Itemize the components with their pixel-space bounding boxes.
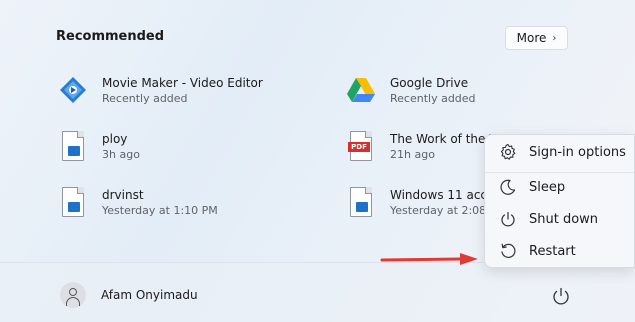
more-button[interactable]: More › [505, 26, 568, 50]
recommended-title: Recommended [56, 29, 165, 44]
image-file-icon [58, 187, 88, 217]
pdf-file-icon: PDF [346, 131, 376, 161]
item-subtitle: 3h ago [102, 148, 140, 161]
menu-item-restart[interactable]: Restart [499, 242, 576, 260]
power-icon [501, 211, 515, 227]
recommended-item-movie-maker[interactable]: Movie Maker - Video Editor Recently adde… [58, 75, 263, 107]
movie-maker-icon [58, 75, 88, 105]
menu-item-label: Restart [529, 243, 576, 259]
recommended-item-drvinst[interactable]: drvinst Yesterday at 1:10 PM [58, 187, 218, 219]
more-label: More [516, 31, 547, 45]
item-name: Google Drive [390, 76, 469, 90]
power-icon [553, 287, 569, 305]
menu-item-label: Shut down [529, 211, 599, 227]
menu-item-label: Sleep [529, 179, 566, 195]
image-file-icon [346, 187, 376, 217]
image-file-icon [58, 131, 88, 161]
menu-divider [485, 172, 635, 173]
recommended-item-windows-11[interactable]: Windows 11 acces Yesterday at 2:08 P [346, 187, 501, 219]
gear-icon [500, 143, 516, 160]
menu-item-sign-in-options[interactable]: Sign-in options [499, 143, 626, 161]
menu-item-label: Sign-in options [529, 144, 626, 160]
start-menu: Recommended More › Movie Maker - Video E… [0, 0, 635, 322]
moon-icon [500, 179, 516, 195]
google-drive-icon [346, 75, 376, 105]
item-subtitle: Recently added [102, 92, 188, 105]
chevron-right-icon: › [552, 32, 557, 44]
power-menu: Sign-in options Sleep Shut down Restart [484, 134, 635, 268]
item-name: ploy [102, 132, 128, 146]
menu-item-shut-down[interactable]: Shut down [499, 210, 598, 228]
menu-item-sleep[interactable]: Sleep [499, 178, 565, 196]
recommended-item-google-drive[interactable]: Google Drive Recently added [346, 75, 476, 107]
user-bar [0, 263, 635, 322]
item-name: drvinst [102, 188, 144, 202]
annotation-arrow [380, 253, 478, 265]
item-subtitle: Recently added [390, 92, 476, 105]
avatar[interactable] [60, 282, 86, 308]
recommended-item-ploy[interactable]: ploy 3h ago [58, 131, 140, 163]
item-subtitle: Yesterday at 1:10 PM [102, 204, 218, 217]
item-name: Movie Maker - Video Editor [102, 76, 263, 90]
restart-icon [501, 243, 516, 258]
recommended-item-pdf[interactable]: PDF The Work of the To 21h ago [346, 131, 502, 163]
power-button[interactable] [548, 283, 574, 309]
user-name[interactable]: Afam Onyimadu [101, 288, 198, 302]
